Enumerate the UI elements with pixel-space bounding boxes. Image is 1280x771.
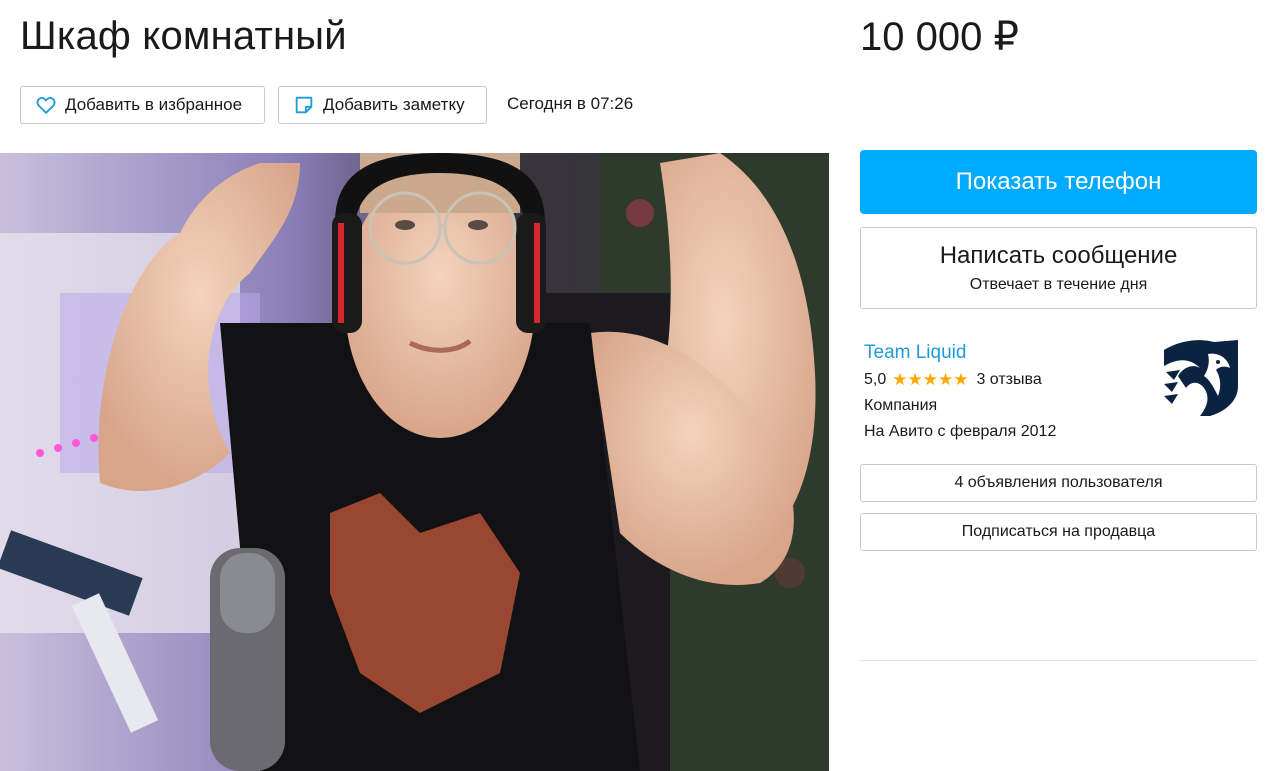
subscribe-seller-button[interactable]: Подписаться на продавца (860, 513, 1257, 551)
listing-date: Сегодня в 07:26 (507, 94, 634, 113)
add-to-favorites-button[interactable]: Добавить в избранное (20, 86, 265, 124)
rating-value: 5,0 (864, 371, 887, 388)
rating-stars-icon: ★★★★★ (892, 370, 969, 389)
seller-name-link[interactable]: Team Liquid (864, 342, 966, 364)
response-time: Отвечает в течение дня (969, 276, 1148, 293)
photo-illustration (0, 153, 829, 771)
note-label: Добавить заметку (323, 95, 465, 114)
listing-price: 10 000 ₽ (860, 15, 1019, 59)
seller-since: На Авито с февраля 2012 (864, 423, 1057, 440)
reviews-link[interactable]: 3 отзыва (976, 371, 1041, 389)
seller-logo-icon[interactable] (1160, 336, 1242, 418)
seller-ads-button[interactable]: 4 объявления пользователя (860, 464, 1257, 502)
seller-type: Компания (864, 397, 938, 414)
add-note-button[interactable]: Добавить заметку (278, 86, 487, 124)
favorite-label: Добавить в избранное (65, 95, 243, 114)
message-label: Написать сообщение (939, 242, 1178, 269)
note-icon (293, 94, 315, 116)
seller-rating: 5,0 ★★★★★ 3 отзыва (864, 370, 1042, 390)
show-phone-button[interactable]: Показать телефон (860, 150, 1257, 214)
listing-title: Шкаф комнатный (20, 14, 347, 58)
divider (860, 660, 1257, 661)
write-message-button[interactable]: Написать сообщение Отвечает в течение дн… (860, 227, 1257, 309)
listing-photo[interactable] (0, 153, 829, 771)
heart-icon (35, 94, 57, 116)
